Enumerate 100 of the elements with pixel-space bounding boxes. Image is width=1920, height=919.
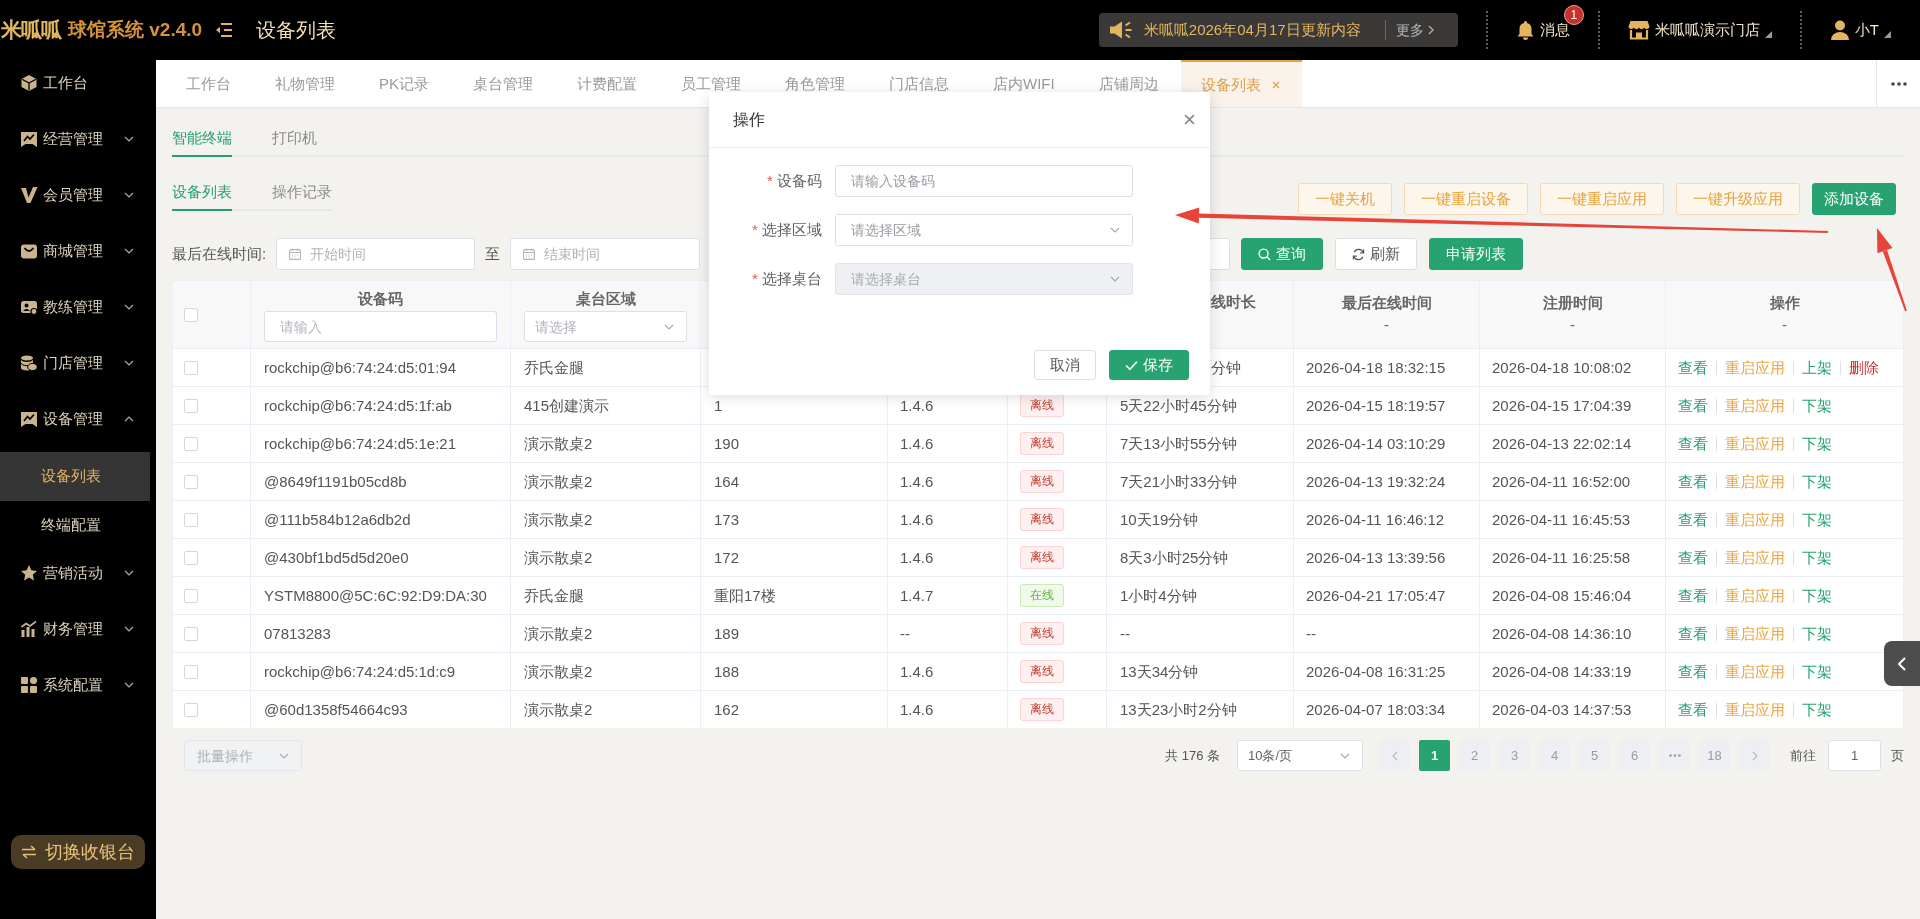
action-link[interactable]: 删除 [1849, 359, 1879, 376]
action-link[interactable]: 查看 [1678, 625, 1708, 642]
action-link[interactable]: 重启应用 [1725, 511, 1785, 528]
page-button[interactable]: 2 [1459, 740, 1490, 771]
close-icon[interactable] [1184, 114, 1195, 125]
row-checkbox[interactable] [184, 474, 198, 489]
apply-list-button[interactable]: 申请列表 [1429, 238, 1524, 270]
row-checkbox[interactable] [184, 664, 198, 679]
action-link[interactable]: 重启应用 [1725, 397, 1785, 414]
row-checkbox[interactable] [184, 702, 198, 717]
filter-input[interactable]: 请输入 [264, 311, 497, 342]
action-link[interactable]: 查看 [1678, 587, 1708, 604]
tab[interactable]: 门店信息 [867, 75, 971, 92]
sidebar-item[interactable]: 商城管理 [0, 228, 156, 284]
action-link[interactable]: 下架 [1802, 625, 1832, 642]
tab[interactable]: PK记录 [357, 75, 451, 92]
sidebar-subitem[interactable]: 设备列表 [0, 452, 150, 501]
sidebar-item[interactable]: 会员管理 [0, 172, 156, 228]
tab[interactable]: 设备列表 [172, 173, 232, 211]
action-link[interactable]: 下架 [1802, 587, 1832, 604]
action-link[interactable]: 下架 [1802, 549, 1832, 566]
action-link[interactable]: 下架 [1802, 663, 1832, 680]
tab[interactable]: 员工管理 [659, 75, 763, 92]
tab[interactable]: 工作台 [164, 75, 253, 92]
more-icon[interactable] [1890, 81, 1907, 86]
action-link[interactable]: 下架 [1802, 473, 1832, 490]
sidebar-item[interactable]: 门店管理 [0, 340, 156, 396]
more-pages-button[interactable] [1659, 740, 1690, 771]
select-field[interactable]: 请选择区域 [835, 214, 1133, 246]
action-link[interactable]: 下架 [1802, 397, 1832, 414]
tab[interactable]: 设备列表 [1180, 60, 1302, 107]
action-link[interactable]: 重启应用 [1725, 473, 1785, 490]
tab[interactable]: 桌台管理 [451, 75, 555, 92]
row-checkbox[interactable] [184, 360, 198, 375]
next-page-button[interactable] [1739, 740, 1770, 771]
tab[interactable]: 计费配置 [555, 75, 659, 92]
bulk-action-button[interactable]: 一键升级应用 [1676, 183, 1800, 215]
page-size-select[interactable]: 10条/页 [1237, 740, 1363, 771]
tab[interactable]: 店铺周边 [1076, 75, 1181, 92]
sidebar-item[interactable]: 财务管理 [0, 606, 156, 662]
page-button[interactable]: 4 [1539, 740, 1570, 771]
side-panel-toggle[interactable] [1884, 641, 1920, 686]
close-icon[interactable] [1271, 80, 1280, 89]
bulk-action-button[interactable]: 一键关机 [1298, 183, 1392, 215]
save-button[interactable]: 保存 [1109, 350, 1189, 380]
page-input[interactable]: 1 [1828, 740, 1881, 771]
text-input[interactable]: 请输入设备码 [835, 165, 1133, 197]
sidebar-item[interactable]: 工作台 [0, 60, 156, 116]
cancel-button[interactable]: 取消 [1034, 350, 1096, 380]
row-checkbox[interactable] [184, 398, 198, 413]
date-field[interactable]: 开始时间 [276, 238, 476, 270]
action-link[interactable]: 重启应用 [1725, 435, 1785, 452]
row-checkbox[interactable] [184, 588, 198, 603]
page-button[interactable]: 18 [1699, 740, 1730, 771]
action-link[interactable]: 下架 [1802, 701, 1832, 718]
action-link[interactable]: 查看 [1678, 359, 1708, 376]
bell-icon[interactable] [1515, 20, 1535, 40]
action-link[interactable]: 重启应用 [1725, 625, 1785, 642]
sidebar-item[interactable]: 教练管理 [0, 284, 156, 340]
date-field[interactable]: 结束时间 [510, 238, 701, 270]
search-button[interactable]: 查询 [1241, 238, 1324, 270]
action-link[interactable]: 下架 [1802, 435, 1832, 452]
page-button[interactable]: 6 [1619, 740, 1650, 771]
row-checkbox[interactable] [184, 512, 198, 527]
notice-text[interactable]: 米呱呱2026年04月17日更新内容 [1143, 21, 1361, 39]
prev-page-button[interactable] [1379, 740, 1410, 771]
page-button[interactable]: 3 [1499, 740, 1530, 771]
switch-cashier-button[interactable]: 切换收银台 [11, 835, 145, 869]
sidebar-item[interactable]: 系统配置 [0, 662, 156, 718]
select-all-checkbox[interactable] [184, 307, 198, 322]
action-link[interactable]: 查看 [1678, 435, 1708, 452]
action-link[interactable]: 查看 [1678, 473, 1708, 490]
row-checkbox[interactable] [184, 550, 198, 565]
action-link[interactable]: 查看 [1678, 663, 1708, 680]
tab[interactable]: 打印机 [272, 119, 317, 157]
tab[interactable]: 礼物管理 [253, 75, 357, 92]
sidebar-item[interactable]: 设备管理 [0, 396, 156, 452]
tab[interactable]: 店内WIFI [971, 75, 1077, 92]
page-button[interactable]: 1 [1419, 740, 1450, 771]
sidebar-item[interactable]: 经营管理 [0, 116, 156, 172]
row-checkbox[interactable] [184, 626, 198, 641]
add-device-button[interactable]: 添加设备 [1812, 183, 1896, 215]
more-link[interactable]: 更多 [1395, 21, 1424, 39]
action-link[interactable]: 查看 [1678, 701, 1708, 718]
bulk-action-button[interactable]: 一键重启应用 [1540, 183, 1664, 215]
action-link[interactable]: 重启应用 [1725, 549, 1785, 566]
messages-link[interactable]: 消息 [1539, 22, 1570, 38]
menu-fold-icon[interactable] [215, 22, 234, 38]
tab[interactable]: 智能终端 [172, 119, 232, 157]
action-link[interactable]: 重启应用 [1725, 663, 1785, 680]
bulk-action-button[interactable]: 一键重启设备 [1404, 183, 1528, 215]
tab[interactable]: 角色管理 [763, 75, 867, 92]
action-link[interactable]: 查看 [1678, 549, 1708, 566]
filter-select[interactable]: 请选择 [524, 311, 687, 342]
action-link[interactable]: 下架 [1802, 511, 1832, 528]
action-link[interactable]: 上架 [1802, 359, 1832, 376]
action-link[interactable]: 查看 [1678, 397, 1708, 414]
row-checkbox[interactable] [184, 436, 198, 451]
sidebar-item[interactable]: 营销活动 [0, 550, 156, 606]
action-link[interactable]: 重启应用 [1725, 701, 1785, 718]
